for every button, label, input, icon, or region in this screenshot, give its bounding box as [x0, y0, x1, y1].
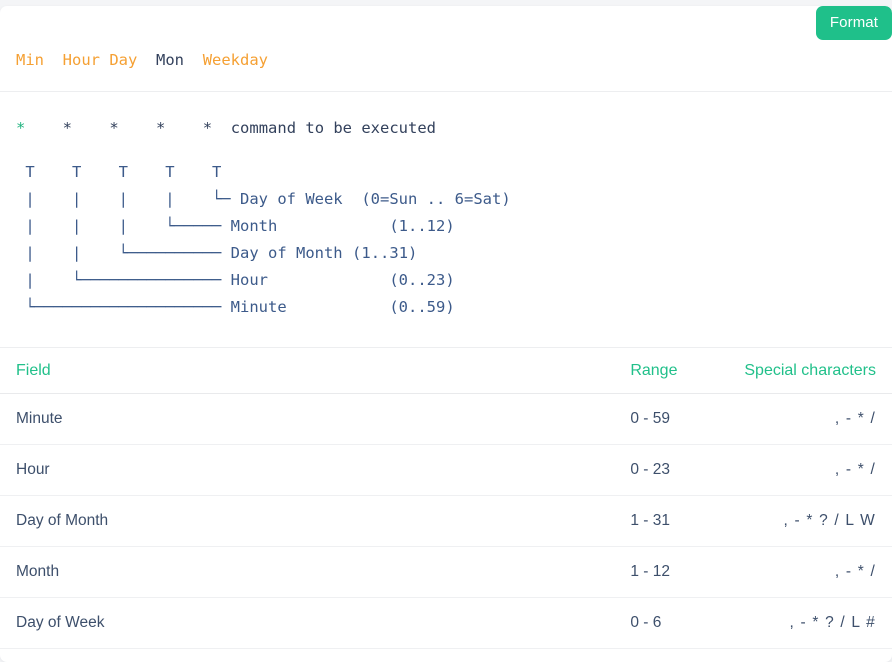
tree-row: | | └────────── Day of Month (1..31) [16, 244, 417, 262]
tree-range-part: 1 [398, 216, 408, 235]
tree-label-part: Day [230, 243, 259, 262]
cron-field-table: Field Range Special characters Minute 0 -… [0, 347, 892, 649]
field-nav: Min Hour Day Mon Weekday [0, 6, 892, 92]
cell-range: 1 - 31 [297, 495, 670, 547]
cell-range: 0 - 6 [297, 597, 661, 649]
tree-range-part: .. [408, 216, 427, 235]
column-header-field: Field [0, 347, 298, 394]
tree-range-part: 31 [389, 243, 409, 262]
tree-range-part: 1 [361, 243, 371, 262]
tree-label-part: Month [230, 216, 278, 235]
cron-field-hour[interactable]: * [63, 119, 72, 137]
cell-field: Hour [0, 444, 298, 496]
cell-range: 1 - 12 [297, 546, 670, 598]
cron-field-minute[interactable]: * [16, 119, 25, 137]
tree-label-part: of [258, 243, 296, 262]
tree-row: | └─────────────── Hour (0..23) [16, 270, 455, 289]
cron-command-text: command to be executed [230, 118, 437, 137]
tree-range-part: ( [361, 189, 371, 208]
tree-row: | | | | └─ Day of Week (0=Sun .. 6=Sat) [16, 189, 511, 208]
table-row: Day of Week 0 - 6, - * ? / L # [0, 597, 892, 649]
cell-range: 0 - 23 [297, 444, 670, 496]
table-row: Hour 0 - 23, - * / [0, 444, 892, 496]
cell-field: Month [0, 546, 298, 598]
field-nav-item-day[interactable]: Day [109, 51, 137, 69]
tree-connector: └──────────────────── [16, 297, 222, 316]
column-header-range: Range [297, 347, 677, 394]
tree-range-part: ( [389, 216, 399, 235]
tree-range-part: ( [352, 243, 362, 262]
cron-field-day-of-week[interactable]: * [203, 119, 212, 137]
table-header-row: Field Range Special characters [0, 347, 892, 394]
tree-range-part: .. [408, 270, 427, 289]
tree-connector: | | └────────── [16, 243, 222, 262]
cell-field: Day of Week [0, 597, 298, 649]
tree-range-part: ( [389, 270, 399, 289]
format-button[interactable]: Format [815, 6, 892, 40]
tree-connector: | | | └───── [16, 216, 222, 235]
tree-range-part: =Sat) [464, 189, 511, 208]
tree-range-part: 23 [426, 270, 446, 289]
field-nav-item-weekday[interactable]: Weekday [203, 51, 268, 69]
tree-label-part: Minute [230, 297, 287, 316]
tree-label-part: Hour [230, 270, 268, 289]
tree-range-part: 6 [454, 189, 464, 208]
tree-range-part: 0 [370, 189, 380, 208]
cron-field-day-of-month[interactable]: * [109, 119, 118, 137]
table-row: Day of Month 1 - 31, - * ? / L W [0, 495, 892, 547]
tree-range-part: 12 [426, 216, 446, 235]
tree-range-part: =Sun .. [380, 189, 455, 208]
tree-label-part: Week [305, 189, 343, 208]
tree-range-part: 0 [398, 297, 408, 316]
field-nav-item-hour[interactable]: Hour [63, 51, 100, 69]
tree-range-part: .. [408, 297, 427, 316]
tree-label-part: Day [239, 189, 268, 208]
tree-label-part: Month [295, 243, 343, 262]
cell-range: 0 - 59 [297, 393, 670, 445]
cell-field: Minute [0, 393, 298, 445]
cron-field-month[interactable]: * [156, 119, 165, 137]
table-row: Minute 0 - 59, - * / [0, 393, 892, 445]
tree-range-part: .. [370, 243, 390, 262]
tree-range-part: ) [445, 216, 455, 235]
field-nav-item-mon[interactable]: Mon [156, 51, 184, 69]
tree-range-part: ) [445, 270, 455, 289]
cron-format-panel: Format Min Hour Day Mon Weekday * * * * … [0, 0, 892, 662]
tree-range-part: 0 [398, 270, 408, 289]
tree-label-part: of [267, 189, 306, 208]
tree-range-part: ( [389, 297, 399, 316]
cron-expression-line: * * * * * command to be executed [0, 92, 892, 159]
table-row: Month 1 - 12, - * / [0, 546, 892, 598]
cron-card: Format Min Hour Day Mon Weekday * * * * … [0, 6, 892, 662]
cell-field: Day of Month [0, 495, 298, 547]
tree-connector: | └─────────────── [16, 270, 222, 289]
tree-range-part: ) [408, 243, 418, 262]
tree-top-row: T T T T T [16, 162, 222, 181]
tree-connector: | | | | └─ [16, 189, 231, 208]
tree-row: └──────────────────── Minute (0..59) [16, 297, 455, 316]
tree-range-part: ) [445, 297, 455, 316]
cron-tree-diagram: T T T T T | | | | └─ Day of Week (0=Sun … [0, 159, 892, 348]
tree-range-part: 59 [426, 297, 446, 316]
tree-row: | | | └───── Month (1..12) [16, 216, 455, 235]
field-nav-item-min[interactable]: Min [16, 51, 44, 69]
